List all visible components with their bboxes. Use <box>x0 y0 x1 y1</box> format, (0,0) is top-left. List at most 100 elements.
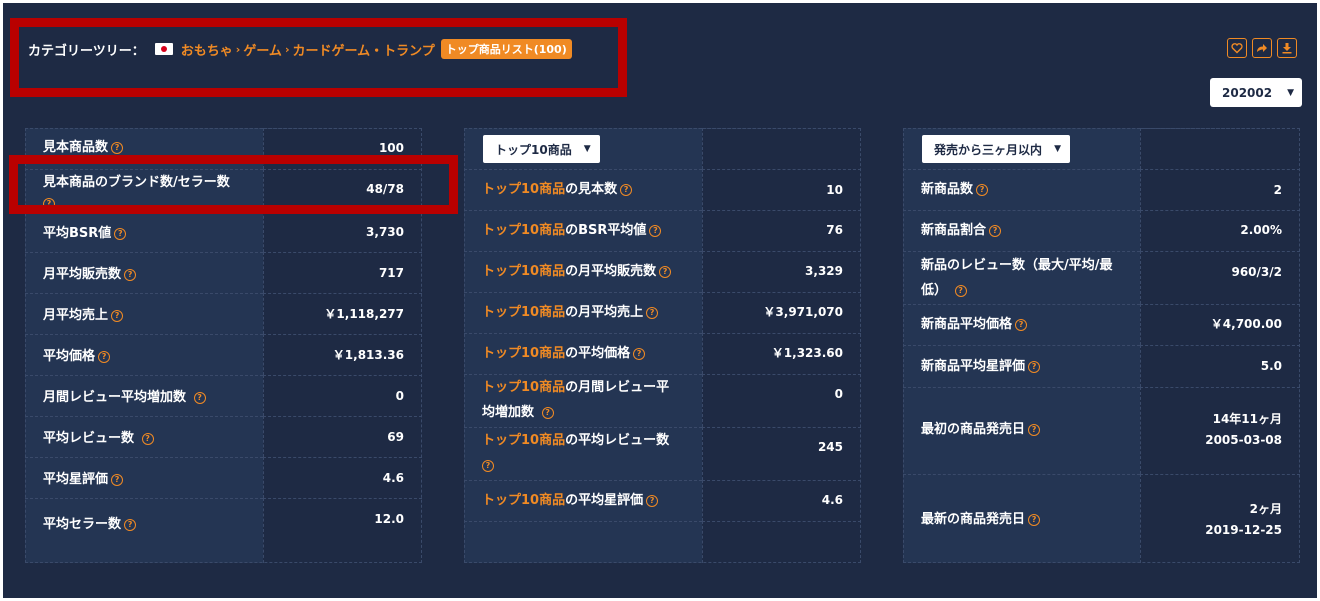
row-label: 新商品割合 <box>921 223 987 238</box>
help-icon[interactable]: ? <box>541 406 554 419</box>
table-row: 新品のレビュー数（最大/平均/最 低） ? 960/3/2 <box>903 251 1300 304</box>
top10-label-highlight: トップ10商品 <box>482 346 566 361</box>
top10-label-highlight: トップ10商品 <box>482 433 566 448</box>
row-value: 4.6 <box>382 471 404 485</box>
top10-label-highlight: トップ10商品 <box>482 493 566 508</box>
table-row: トップ10商品の平均レビュー数 ? 245 <box>464 427 861 480</box>
row-label: 新商品平均価格 <box>921 317 1013 332</box>
table-row: トップ10商品の月平均売上? ￥3,971,070 <box>464 292 861 333</box>
table-row: 新商品平均星評価? 5.0 <box>903 345 1300 387</box>
help-icon[interactable]: ? <box>1028 360 1041 373</box>
table-row: トップ10商品の月平均販売数? 3,329 <box>464 251 861 292</box>
help-icon[interactable]: ? <box>111 141 124 154</box>
help-icon[interactable]: ? <box>98 350 111 363</box>
row-value: 0 <box>395 389 404 403</box>
table-row: 新商品割合? 2.00% <box>903 210 1300 251</box>
help-icon[interactable]: ? <box>954 284 967 297</box>
row-label: 最初の商品発売日 <box>921 422 1026 437</box>
help-icon[interactable]: ? <box>193 391 206 404</box>
row-value: 3,329 <box>805 264 843 278</box>
chevron-down-icon: ▼ <box>1287 87 1294 98</box>
period-dropdown[interactable]: 発売から三ヶ月以内 ▼ <box>922 135 1071 163</box>
row-label: の平均レビュー数 <box>565 433 670 448</box>
row-value: 5.0 <box>1260 359 1282 373</box>
row-label: 見本商品数 <box>43 140 109 155</box>
help-icon[interactable]: ? <box>124 268 137 281</box>
row-value-date: 2019-12-25 <box>1205 523 1282 537</box>
table-row: トップ10商品の平均星評価? 4.6 <box>464 480 861 521</box>
table-row: 月平均販売数? 717 <box>25 252 422 293</box>
row-value: 0 <box>834 387 843 401</box>
table-row: トップ10商品の見本数? 10 <box>464 169 861 210</box>
row-label: 平均セラー数 <box>43 517 122 532</box>
table-row: 最新の商品発売日? 2ヶ月 2019-12-25 <box>903 474 1300 563</box>
month-select[interactable]: 202002 ▼ <box>1210 78 1302 107</box>
help-icon[interactable]: ? <box>1028 423 1041 436</box>
chevron-down-icon: ▼ <box>583 144 591 154</box>
row-value: 960/3/2 <box>1231 265 1282 279</box>
row-label: 平均星評価 <box>43 472 109 487</box>
row-label: 平均BSR値 <box>43 226 112 241</box>
help-icon[interactable]: ? <box>646 494 659 507</box>
row-label: 新商品平均星評価 <box>921 359 1026 374</box>
row-value: ￥1,323.60 <box>771 346 843 360</box>
row-value: 12.0 <box>374 512 404 526</box>
table-row: 最初の商品発売日? 14年11ヶ月 2005-03-08 <box>903 387 1300 474</box>
table-row: 平均星評価? 4.6 <box>25 457 422 498</box>
row-value-date: 2005-03-08 <box>1205 433 1282 447</box>
row-value: ￥1,118,277 <box>324 307 404 321</box>
table-row: 月間レビュー平均増加数 ? 0 <box>25 375 422 416</box>
table-row: トップ10商品のBSR平均値? 76 <box>464 210 861 251</box>
row-label: 月平均販売数 <box>43 267 122 282</box>
row-value: ￥3,971,070 <box>763 305 843 319</box>
row-value: 3,730 <box>366 225 404 239</box>
share-icon[interactable] <box>1252 38 1272 58</box>
help-icon[interactable]: ? <box>620 183 633 196</box>
table-row-empty <box>464 521 861 563</box>
period-dropdown-value: 発売から三ヶ月以内 <box>934 142 1043 157</box>
row-value: 245 <box>817 440 843 454</box>
help-icon[interactable]: ? <box>649 224 662 237</box>
heart-icon[interactable] <box>1227 38 1247 58</box>
row-label: 月間レビュー平均増加数 <box>43 390 187 405</box>
table-row: トップ10商品の月間レビュー平 均増加数 ? 0 <box>464 374 861 427</box>
annotation-box-category <box>10 18 627 97</box>
help-icon[interactable]: ? <box>124 518 137 531</box>
help-icon[interactable]: ? <box>1015 318 1028 331</box>
help-icon[interactable]: ? <box>114 227 127 240</box>
row-value: 76 <box>826 223 843 237</box>
row-value: 2.00% <box>1240 223 1282 237</box>
help-icon[interactable]: ? <box>659 265 672 278</box>
help-icon[interactable]: ? <box>141 432 154 445</box>
top10-dropdown-value: トップ10商品 <box>495 142 572 157</box>
help-icon[interactable]: ? <box>976 183 989 196</box>
download-icon[interactable] <box>1277 38 1297 58</box>
row-label: の月平均売上 <box>565 305 644 320</box>
table-row: 平均レビュー数 ? 69 <box>25 416 422 457</box>
top10-label-highlight: トップ10商品 <box>482 264 566 279</box>
top10-dropdown[interactable]: トップ10商品 ▼ <box>483 135 600 163</box>
top10-label-highlight: トップ10商品 <box>482 223 566 238</box>
help-icon[interactable]: ? <box>111 473 124 486</box>
toolbar-icons <box>1227 38 1297 58</box>
row-value: 717 <box>378 266 404 280</box>
row-label: のBSR平均値 <box>565 223 647 238</box>
table-row: 新商品数? 2 <box>903 169 1300 210</box>
help-icon[interactable]: ? <box>1028 513 1041 526</box>
row-label: 新品のレビュー数（最大/平均/最 <box>921 258 1113 273</box>
table-row: 月平均売上? ￥1,118,277 <box>25 293 422 334</box>
row-label: の月間レビュー平 <box>565 380 670 395</box>
help-icon[interactable]: ? <box>633 347 646 360</box>
help-icon[interactable]: ? <box>989 224 1002 237</box>
row-value: ￥4,700.00 <box>1210 317 1282 331</box>
help-icon[interactable]: ? <box>111 309 124 322</box>
help-icon[interactable]: ? <box>646 306 659 319</box>
top10-label-highlight: トップ10商品 <box>482 380 566 395</box>
row-label: 平均価格 <box>43 349 96 364</box>
table-row: 平均セラー数? 12.0 <box>25 498 422 563</box>
top10-label-highlight: トップ10商品 <box>482 182 566 197</box>
row-value: 10 <box>826 183 843 197</box>
row-value: 4.6 <box>821 493 843 507</box>
help-icon[interactable]: ? <box>482 459 494 472</box>
row-label: 最新の商品発売日 <box>921 512 1026 527</box>
